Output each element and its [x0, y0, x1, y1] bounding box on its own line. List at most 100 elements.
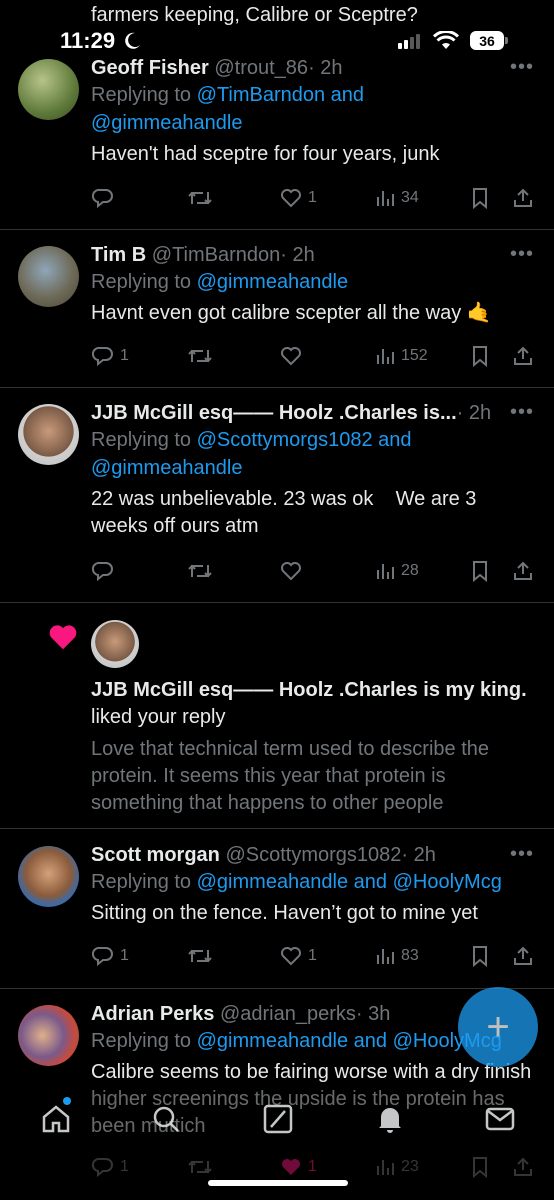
tweet-actions: 28 [92, 558, 536, 584]
retweet-icon [188, 949, 212, 963]
reply-mention-link[interactable]: @gimmeahandle [91, 112, 243, 134]
heart-icon [281, 189, 301, 208]
bookmark-icon [473, 946, 487, 967]
avatar[interactable] [18, 1005, 79, 1066]
tweet-text: Sitting on the fence. Haven’t got to min… [91, 902, 478, 924]
tweet-time: · 2h [280, 244, 315, 266]
heart-filled-icon [49, 625, 77, 650]
avatar[interactable] [91, 620, 139, 668]
bookmark-icon [473, 346, 487, 367]
heart-icon [281, 562, 301, 581]
reply-icon [92, 346, 113, 367]
reply-mention-link[interactable]: @gimmeahandle [197, 271, 349, 293]
home-indicator [208, 1180, 348, 1186]
author-handle[interactable]: @adrian_perks [220, 1003, 356, 1025]
bookmark-button[interactable] [470, 560, 490, 582]
like-button[interactable] [280, 345, 308, 367]
tweet[interactable]: ••• Tim B @TimBarndon· 2h Replying to @g… [0, 229, 554, 388]
replying-to: Replying to @gimmeahandle [91, 268, 534, 296]
replying-to-label: Replying to [91, 871, 197, 893]
views-button[interactable]: 83 [375, 945, 419, 967]
views-icon [377, 349, 394, 364]
author-name[interactable]: Adrian Perks [91, 1003, 214, 1025]
author-name[interactable]: JJB McGill esq—— Hoolz .Charles is... [91, 402, 457, 424]
reply-mention-link[interactable]: @TimBarndon and [197, 84, 364, 106]
views-count: 152 [401, 347, 428, 364]
retweet-icon [188, 564, 212, 578]
views-icon [377, 191, 394, 206]
search-icon[interactable] [150, 1103, 182, 1135]
views-count: 83 [401, 947, 419, 964]
author-name[interactable]: Geoff Fisher [91, 57, 209, 79]
reply-button[interactable] [92, 560, 120, 582]
tweet-time: · 2h [456, 402, 492, 424]
reply-icon [92, 188, 113, 209]
author-handle[interactable]: @Scottymorgs1082 [225, 844, 401, 866]
share-icon [514, 561, 532, 580]
views-button[interactable]: 28 [375, 560, 419, 582]
reply-mention-link[interactable]: @gimmeahandle and @HoolyMcg [197, 871, 502, 893]
replying-to: Replying to @TimBarndon and @gimmeahandl… [91, 81, 534, 137]
like-button[interactable]: 1 [280, 945, 317, 967]
bookmark-button[interactable] [470, 945, 490, 967]
reply-button[interactable]: 1 [92, 945, 129, 967]
avatar[interactable] [18, 246, 79, 307]
views-button[interactable]: 34 [375, 187, 419, 209]
share-icon [514, 946, 532, 965]
share-button[interactable] [512, 945, 534, 967]
like-button[interactable]: 1 [280, 187, 317, 209]
avatar[interactable] [18, 846, 79, 907]
retweet-button[interactable] [187, 187, 213, 209]
bookmark-button[interactable] [470, 345, 490, 367]
replying-to-label: Replying to [91, 1030, 197, 1052]
author-handle[interactable]: @trout_86 [214, 57, 308, 79]
reply-button[interactable]: 1 [92, 345, 129, 367]
reply-mention-link[interactable]: @gimmeahandle [91, 457, 243, 479]
bookmark-icon [473, 188, 487, 209]
avatar[interactable] [18, 59, 79, 120]
reply-count: 1 [120, 947, 129, 964]
tweet-time: · 3h [355, 1003, 391, 1025]
tweet-text: Haven't had sceptre for four years, junk [91, 143, 440, 165]
reply-mention-link[interactable]: @gimmeahandle and @HoolyMcg [197, 1030, 502, 1052]
tweet[interactable]: ••• Scott morgan @Scottymorgs1082· 2h Re… [0, 829, 554, 989]
replying-to-label: Replying to [91, 429, 197, 451]
retweet-button[interactable] [187, 345, 213, 367]
notification-author-name[interactable]: JJB McGill esq—— Hoolz .Charles is my ki… [91, 679, 527, 702]
tweet-actions: 1 34 [92, 185, 536, 211]
share-icon [514, 346, 532, 365]
reply-count: 1 [120, 347, 129, 364]
compose-tweet-button[interactable]: + [458, 987, 538, 1067]
like-count: 1 [308, 189, 317, 206]
bookmark-button[interactable] [470, 187, 490, 209]
tweet-text: Havnt even got calibre scepter all the w… [91, 302, 492, 324]
share-button[interactable] [512, 560, 534, 582]
tweet[interactable]: ••• Geoff Fisher @trout_86· 2h Replying … [0, 42, 554, 230]
avatar[interactable] [18, 404, 79, 465]
author-name[interactable]: Scott morgan [91, 844, 220, 866]
tweet[interactable]: ••• JJB McGill esq—— Hoolz .Charles is..… [0, 387, 554, 603]
reply-icon [92, 561, 113, 582]
share-button[interactable] [512, 345, 534, 367]
tweet-time: · 2h [401, 844, 436, 866]
views-button[interactable]: 152 [375, 345, 428, 367]
reply-button[interactable] [92, 187, 120, 209]
share-button[interactable] [512, 187, 534, 209]
author-handle[interactable]: @TimBarndon [152, 244, 281, 266]
tweet-actions: 1 152 [92, 343, 536, 369]
views-icon [377, 949, 394, 964]
replying-to-label: Replying to [91, 271, 197, 293]
views-count: 34 [401, 189, 419, 206]
heart-icon [281, 947, 301, 966]
author-name[interactable]: Tim B [91, 244, 146, 266]
home-icon[interactable] [40, 1103, 72, 1135]
home-unread-dot [63, 1097, 71, 1105]
retweet-button[interactable] [187, 560, 213, 582]
grok-icon[interactable] [262, 1103, 294, 1135]
messages-icon[interactable] [484, 1103, 516, 1135]
retweet-button[interactable] [187, 945, 213, 967]
replying-to-label: Replying to [91, 84, 197, 106]
reply-mention-link[interactable]: @Scottymorgs1082 and [197, 429, 412, 451]
notifications-icon[interactable] [374, 1103, 406, 1135]
like-button[interactable] [280, 560, 308, 582]
